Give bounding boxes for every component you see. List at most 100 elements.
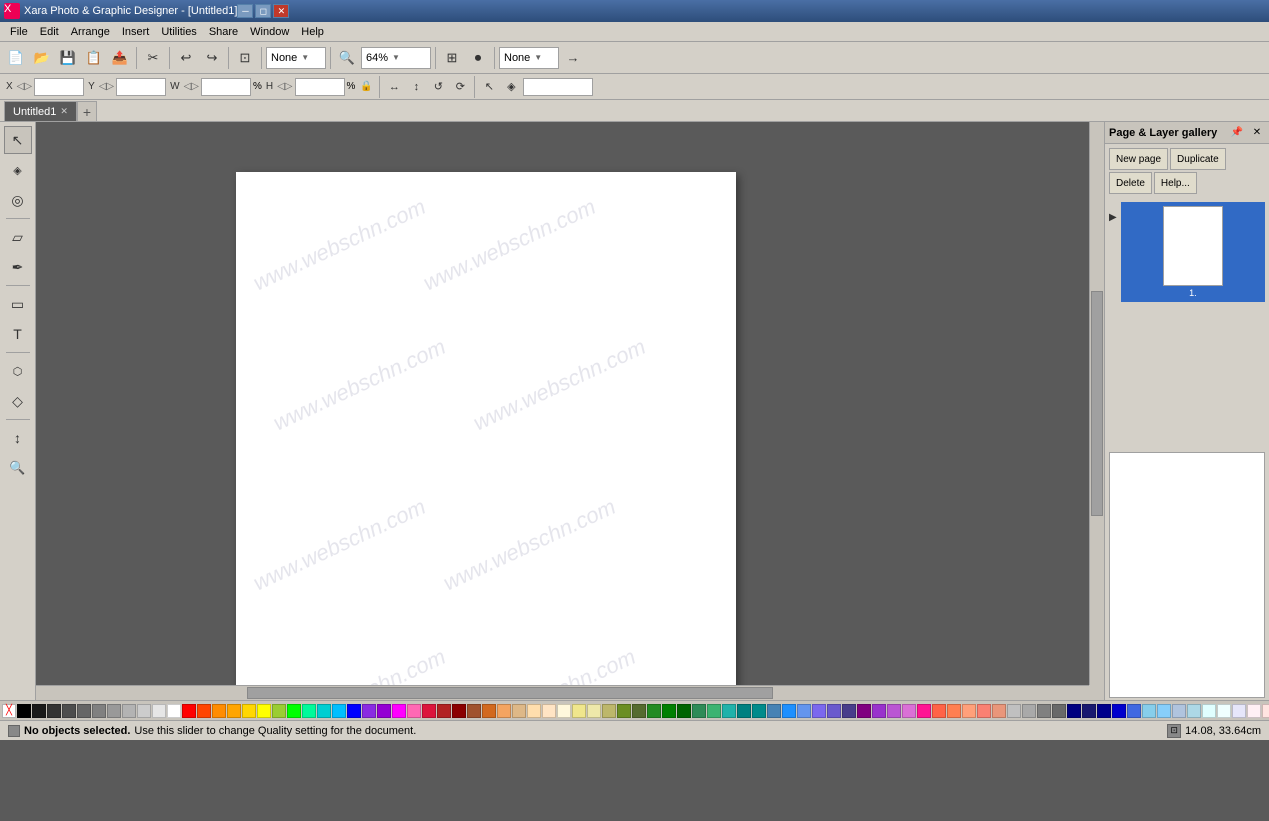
color-swatch-30[interactable] <box>467 704 481 718</box>
no-color-swatch[interactable]: ╳ <box>2 704 16 718</box>
zoom-tool[interactable]: 🔍 <box>4 454 32 482</box>
color-swatch-80[interactable] <box>1217 704 1231 718</box>
node-tool-prop[interactable]: ◈ <box>501 77 521 97</box>
color-swatch-77[interactable] <box>1172 704 1186 718</box>
color-swatch-27[interactable] <box>422 704 436 718</box>
color-swatch-63[interactable] <box>962 704 976 718</box>
node-edit-tool[interactable]: ◈ <box>4 156 32 184</box>
help-button[interactable]: Help... <box>1154 172 1197 194</box>
duplicate-button[interactable]: Duplicate <box>1170 148 1226 170</box>
color-swatch-4[interactable] <box>77 704 91 718</box>
lock-aspect-button[interactable]: 🔒 <box>357 78 375 96</box>
color-swatch-17[interactable] <box>272 704 286 718</box>
h-input[interactable] <box>295 78 345 96</box>
menu-edit[interactable]: Edit <box>34 24 65 40</box>
menu-help[interactable]: Help <box>295 24 330 40</box>
color-swatch-71[interactable] <box>1082 704 1096 718</box>
color-swatch-33[interactable] <box>512 704 526 718</box>
menu-arrange[interactable]: Arrange <box>65 24 116 40</box>
color-swatch-38[interactable] <box>587 704 601 718</box>
color-swatch-9[interactable] <box>152 704 166 718</box>
open-button[interactable]: 📂 <box>30 46 54 70</box>
color-swatch-1[interactable] <box>32 704 46 718</box>
color-swatch-5[interactable] <box>92 704 106 718</box>
color-swatch-24[interactable] <box>377 704 391 718</box>
canvas-area[interactable]: www.webschn.com www.webschn.com www.webs… <box>36 122 1104 700</box>
color-swatch-75[interactable] <box>1142 704 1156 718</box>
canvas-scroll-vertical[interactable] <box>1089 122 1104 685</box>
rectangle-tool[interactable]: ▭ <box>4 290 32 318</box>
color-swatch-32[interactable] <box>497 704 511 718</box>
color-swatch-56[interactable] <box>857 704 871 718</box>
color-swatch-60[interactable] <box>917 704 931 718</box>
a-input[interactable] <box>523 78 593 96</box>
color-swatch-73[interactable] <box>1112 704 1126 718</box>
color-swatch-31[interactable] <box>482 704 496 718</box>
color-swatch-83[interactable] <box>1262 704 1269 718</box>
color-swatch-7[interactable] <box>122 704 136 718</box>
color-swatch-15[interactable] <box>242 704 256 718</box>
color-swatch-3[interactable] <box>62 704 76 718</box>
color-swatch-0[interactable] <box>17 704 31 718</box>
color-swatch-18[interactable] <box>287 704 301 718</box>
tab-close-btn[interactable]: ✕ <box>60 106 68 117</box>
color-swatch-81[interactable] <box>1232 704 1246 718</box>
color-swatch-16[interactable] <box>257 704 271 718</box>
copy-doc-button[interactable]: 📋 <box>82 46 106 70</box>
expand-arrow[interactable]: ▶ <box>1109 202 1117 302</box>
color-swatch-13[interactable] <box>212 704 226 718</box>
pen-tool[interactable]: ✒ <box>4 253 32 281</box>
color-swatch-50[interactable] <box>767 704 781 718</box>
canvas-scroll-horizontal[interactable] <box>36 685 1089 700</box>
color-swatch-79[interactable] <box>1202 704 1216 718</box>
color-swatch-19[interactable] <box>302 704 316 718</box>
color-swatch-76[interactable] <box>1157 704 1171 718</box>
zoom-out-button[interactable]: 🔍 <box>335 46 359 70</box>
color-swatch-29[interactable] <box>452 704 466 718</box>
color-swatch-74[interactable] <box>1127 704 1141 718</box>
color-swatch-58[interactable] <box>887 704 901 718</box>
flip-v-button[interactable]: ↕ <box>406 77 426 97</box>
color-swatch-64[interactable] <box>977 704 991 718</box>
snap-button[interactable]: ⏺ <box>466 46 490 70</box>
color-swatch-39[interactable] <box>602 704 616 718</box>
transparency-tool[interactable]: ◇ <box>4 387 32 415</box>
color-swatch-44[interactable] <box>677 704 691 718</box>
color-swatch-78[interactable] <box>1187 704 1201 718</box>
menu-insert[interactable]: Insert <box>116 24 156 40</box>
color-swatch-65[interactable] <box>992 704 1006 718</box>
color-swatch-53[interactable] <box>812 704 826 718</box>
save-button[interactable]: 💾 <box>56 46 80 70</box>
color-swatch-72[interactable] <box>1097 704 1111 718</box>
color-swatch-41[interactable] <box>632 704 646 718</box>
color-swatch-59[interactable] <box>902 704 916 718</box>
fill-tool[interactable]: ⬡ <box>4 357 32 385</box>
redo-button[interactable]: ↪ <box>200 46 224 70</box>
menu-utilities[interactable]: Utilities <box>155 24 202 40</box>
color-swatch-42[interactable] <box>647 704 661 718</box>
menu-window[interactable]: Window <box>244 24 295 40</box>
color-swatch-34[interactable] <box>527 704 541 718</box>
color-swatch-82[interactable] <box>1247 704 1261 718</box>
color-swatch-51[interactable] <box>782 704 796 718</box>
color-swatch-67[interactable] <box>1022 704 1036 718</box>
color-swatch-55[interactable] <box>842 704 856 718</box>
select-tool[interactable]: ↖ <box>4 126 32 154</box>
color-swatch-70[interactable] <box>1067 704 1081 718</box>
color-swatch-2[interactable] <box>47 704 61 718</box>
minimize-btn[interactable]: ─ <box>237 4 253 18</box>
color-swatch-61[interactable] <box>932 704 946 718</box>
color-swatch-6[interactable] <box>107 704 121 718</box>
color-swatch-25[interactable] <box>392 704 406 718</box>
color-swatch-37[interactable] <box>572 704 586 718</box>
menu-file[interactable]: File <box>4 24 34 40</box>
arrow-button[interactable]: → <box>561 46 585 70</box>
grid-button[interactable]: ⊞ <box>440 46 464 70</box>
panel-pin-btn[interactable]: 📌 <box>1229 125 1245 141</box>
zoom-dropdown[interactable]: 64% ▼ <box>361 47 431 69</box>
rotate-button[interactable]: ↺ <box>428 77 448 97</box>
add-tab-button[interactable]: + <box>77 101 97 121</box>
select-tool-prop[interactable]: ↖ <box>479 77 499 97</box>
color-swatch-47[interactable] <box>722 704 736 718</box>
page-thumb-container-1[interactable]: 1. <box>1121 202 1265 302</box>
